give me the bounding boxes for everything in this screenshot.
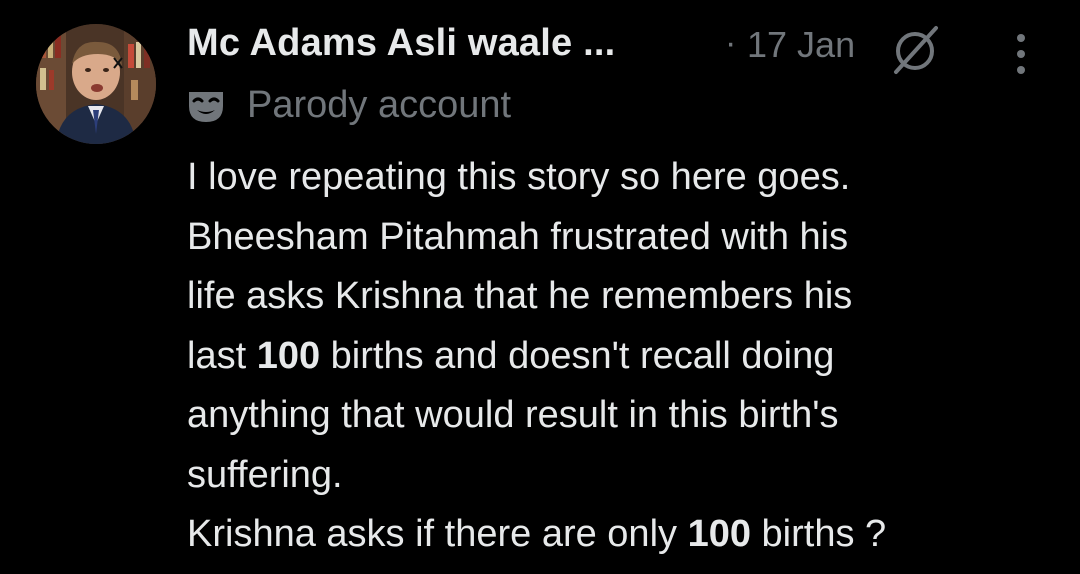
tweet-timestamp[interactable]: 17 Jan: [747, 24, 855, 66]
theater-mask-icon: [189, 92, 223, 122]
tweet-body-text: Krishna asks if there are only: [187, 513, 688, 555]
tweet-body-line: anything that would result in this birth…: [187, 386, 1067, 446]
tweet-body-line: Krishna asks if there are only 100 birth…: [187, 505, 1067, 565]
tweet-body-line: suffering.: [187, 446, 1067, 506]
tweet[interactable]: Mc Adams Asli waale ... · 17 Jan Parody …: [0, 0, 1080, 574]
tweet-body-text: anything that would result in this birth…: [187, 394, 839, 436]
tweet-body-line: I love repeating this story so here goes…: [187, 148, 1067, 208]
tweet-body-text: Bheesham Pitahmah frustrated with his: [187, 215, 849, 258]
tweet-body-line: last 100 births and doesn't recall doing: [187, 327, 1067, 387]
author-avatar[interactable]: [36, 24, 156, 144]
tweet-body-text: births and doesn't recall doing: [320, 334, 835, 377]
separator-dot: ·: [725, 24, 737, 62]
grok-icon[interactable]: [890, 24, 942, 76]
tweet-body-text: I love repeating this story so here goes…: [187, 156, 851, 198]
tweet-body-line: life asks Krishna that he remembers his: [187, 267, 1067, 327]
tweet-body-bold-text: 100: [256, 334, 321, 377]
author-display-name[interactable]: Mc Adams Asli waale ...: [187, 22, 615, 65]
tweet-header: Mc Adams Asli waale ... · 17 Jan: [187, 20, 1057, 76]
tweet-body-line: Bheesham Pitahmah frustrated with his: [187, 208, 1067, 268]
more-vertical-icon[interactable]: [1009, 30, 1033, 78]
tweet-body-text: suffering.: [187, 453, 343, 496]
tweet-body: I love repeating this story so here goes…: [187, 148, 1067, 565]
tweet-body-text: last: [187, 334, 257, 377]
tweet-body-text: births ?: [750, 513, 887, 555]
tweet-body-bold-text: 100: [687, 513, 751, 555]
parody-label-text: Parody account: [247, 84, 512, 126]
tweet-body-text: life asks Krishna that he remembers his: [187, 275, 853, 317]
